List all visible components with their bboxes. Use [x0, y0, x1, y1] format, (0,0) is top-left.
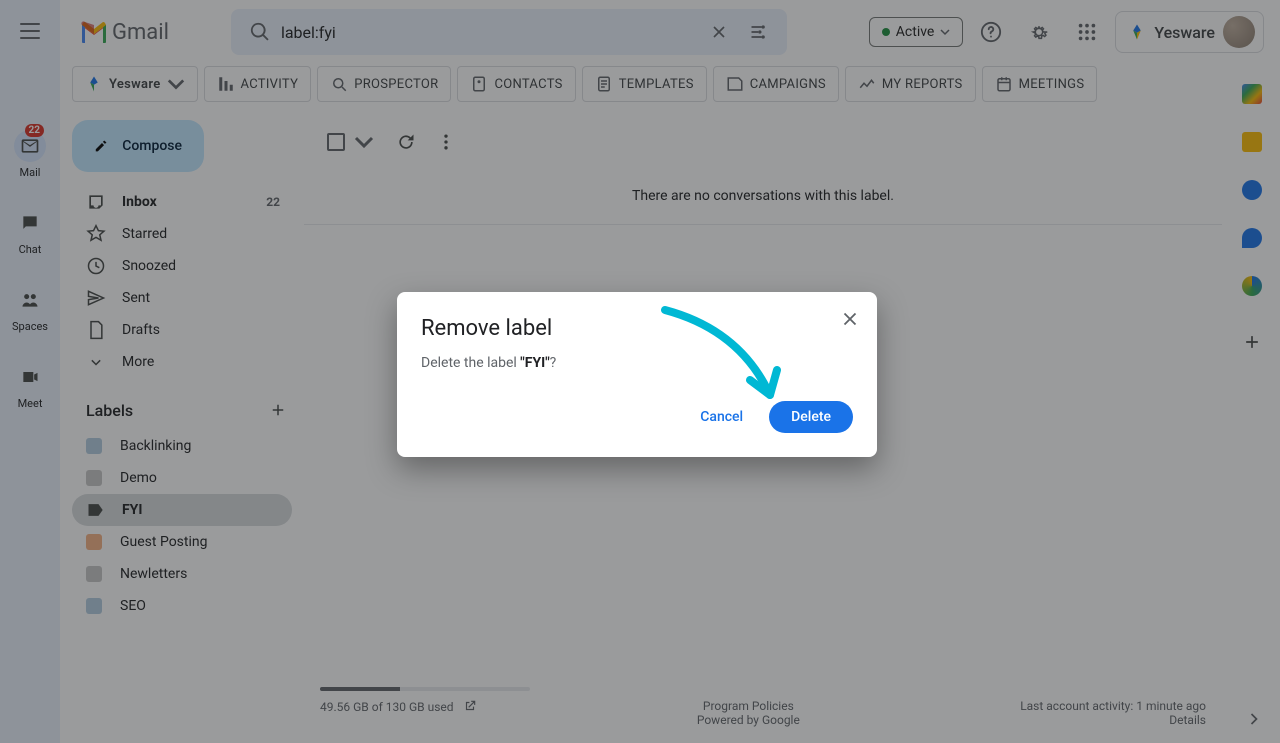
delete-button[interactable]: Delete [769, 401, 853, 433]
close-button[interactable] [839, 308, 861, 334]
close-icon [839, 308, 861, 330]
cancel-button[interactable]: Cancel [682, 401, 761, 433]
remove-label-dialog: Remove label Delete the label "FYI"? Can… [397, 292, 877, 457]
dialog-body: Delete the label "FYI"? [421, 355, 853, 371]
dialog-title: Remove label [421, 316, 853, 341]
